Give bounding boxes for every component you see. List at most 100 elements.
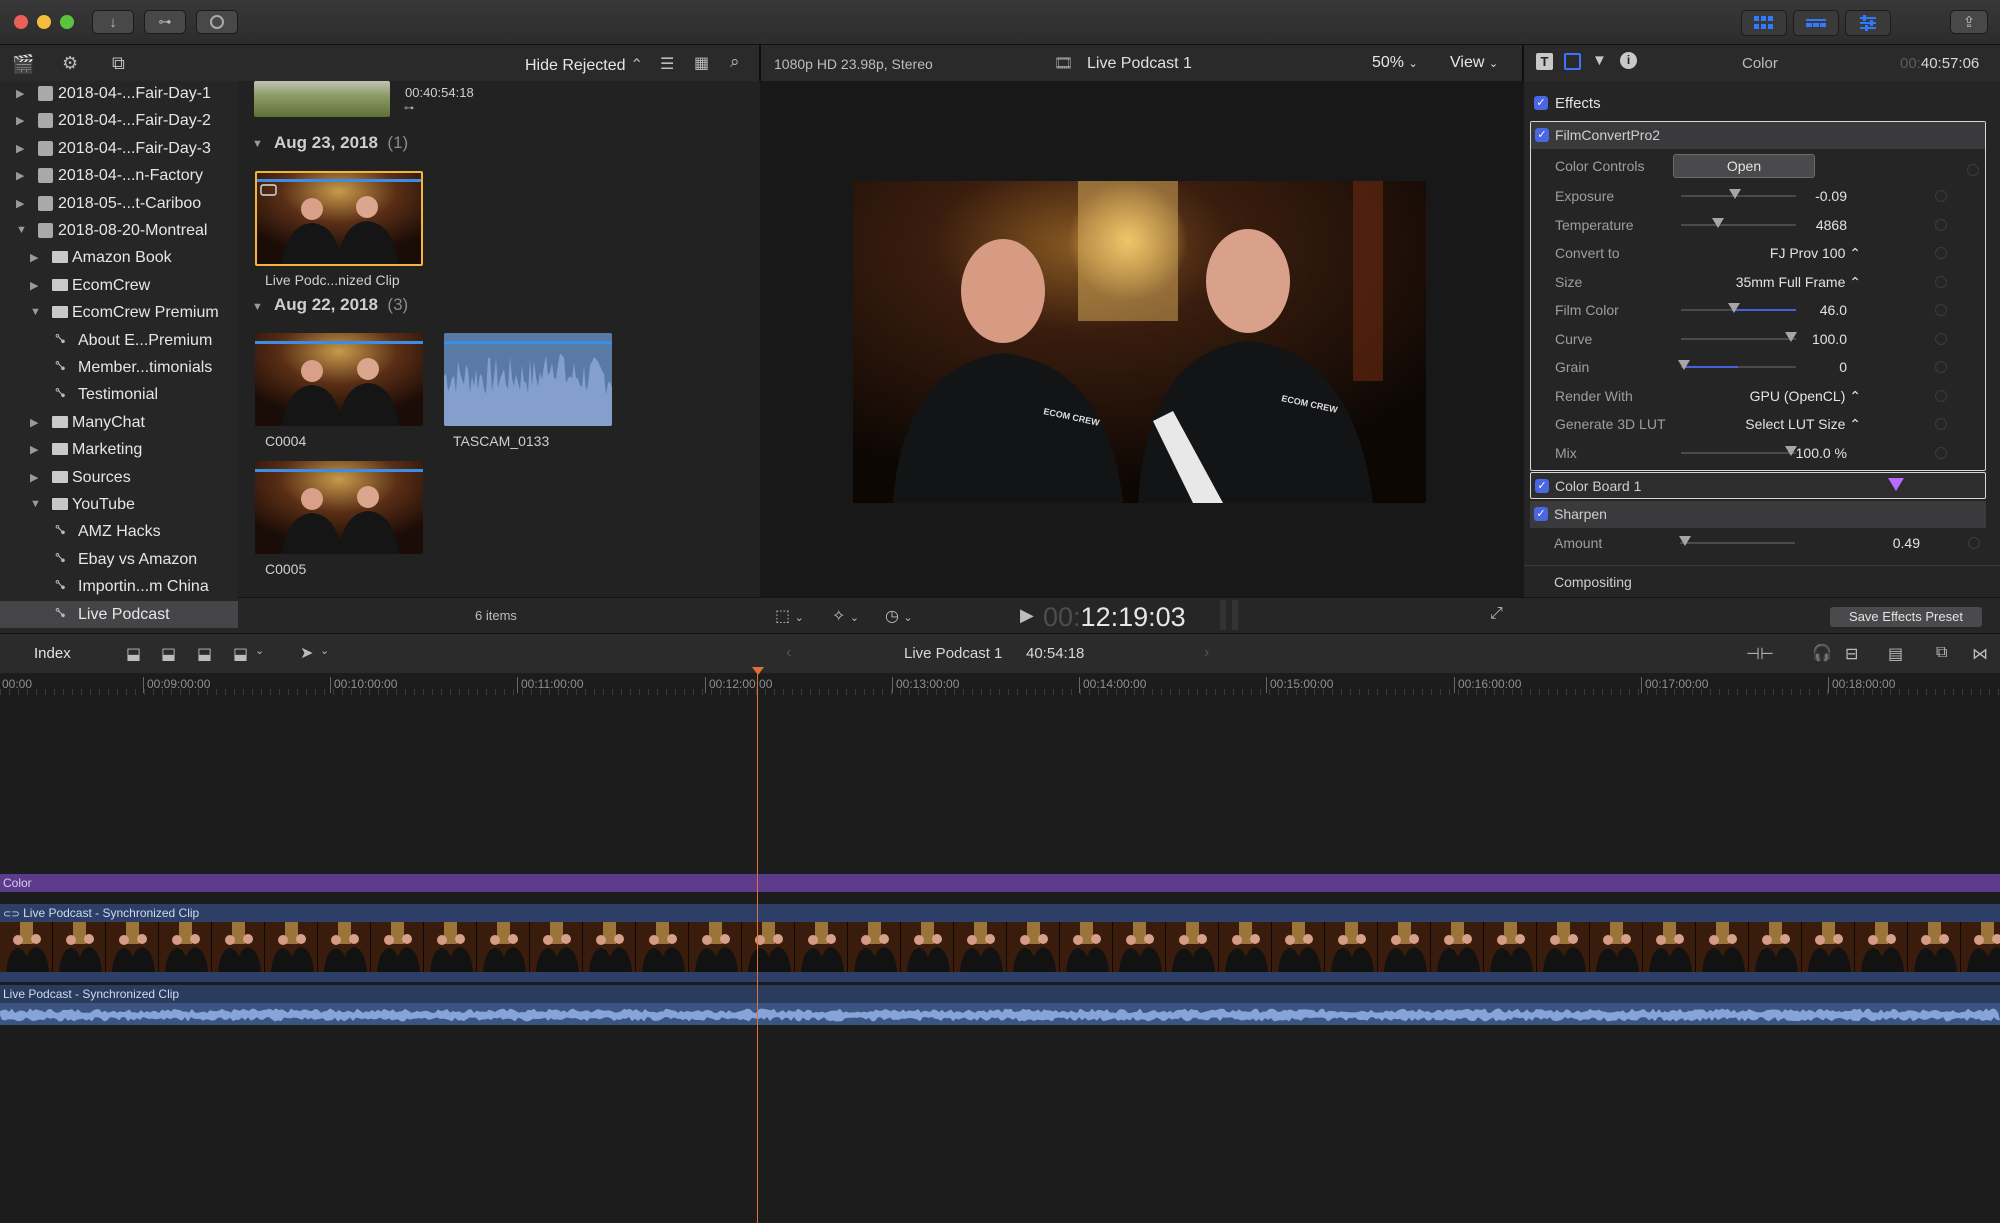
keyframe-icon[interactable] — [1935, 361, 1947, 373]
connect-clip-icon[interactable]: ⬓ — [126, 644, 141, 664]
disclosure-open-icon[interactable]: ▼ — [30, 306, 41, 318]
forward-arrow-icon[interactable]: › — [1204, 644, 1209, 662]
clip-appearance-icon[interactable]: ⧉ — [1936, 644, 1947, 662]
library-item[interactable]: ⊶ About E...Premium — [0, 327, 238, 354]
video-inspector-icon[interactable] — [1564, 53, 1581, 70]
param-slider[interactable] — [1681, 331, 1798, 342]
slider-knob[interactable] — [1729, 189, 1742, 199]
titles-generators-icon[interactable]: ⧉ — [112, 53, 125, 74]
disclosure-closed-icon[interactable]: ▶ — [16, 197, 24, 210]
param-value[interactable]: 46.0 — [1820, 302, 1847, 318]
keyframe-icon[interactable] — [1967, 164, 1979, 176]
param-value[interactable]: 4868 — [1816, 217, 1847, 233]
chevron-down-icon[interactable]: ⌄ — [255, 644, 264, 657]
keyframe-icon[interactable] — [1935, 304, 1947, 316]
fullscreen-icon[interactable]: ⤢ — [1490, 605, 1503, 623]
audio-track-header[interactable]: Live Podcast - Synchronized Clip — [0, 985, 2000, 1003]
disclosure-closed-icon[interactable]: ▶ — [16, 87, 24, 100]
keyframe-icon[interactable] — [1935, 247, 1947, 259]
search-icon[interactable]: ⌕ — [730, 52, 740, 72]
disclosure-closed-icon[interactable]: ▶ — [30, 443, 38, 456]
import-button[interactable]: ↓ — [92, 10, 134, 34]
library-item[interactable]: ▶ 2018-04-...n-Factory — [0, 162, 238, 189]
speed-popup[interactable]: ◷ ⌄ — [885, 606, 913, 626]
slider-knob[interactable] — [1727, 303, 1740, 313]
playhead[interactable] — [757, 667, 758, 1223]
sync-clip-thumbnail[interactable] — [255, 171, 423, 266]
close-window-button[interactable] — [14, 15, 28, 29]
disclosure-open-icon[interactable]: ▼ — [16, 224, 27, 236]
color-board-checkbox[interactable]: ✓ — [1535, 479, 1549, 493]
color-board-icon[interactable] — [1888, 478, 1904, 491]
library-item[interactable]: ▶ 2018-04-...Fair-Day-2 — [0, 107, 238, 134]
disclosure-closed-icon[interactable]: ▶ — [30, 471, 38, 484]
select-tool-icon[interactable]: ➤ — [300, 643, 313, 663]
video-filmstrip[interactable] — [0, 922, 2000, 972]
libraries-icon[interactable]: 🎬 — [12, 54, 34, 75]
open-color-controls-button[interactable]: Open — [1673, 154, 1815, 178]
param-slider[interactable] — [1681, 217, 1796, 228]
headphones-icon[interactable]: 🎧 — [1812, 643, 1832, 663]
append-clip-icon[interactable]: ⬓ — [197, 644, 212, 664]
param-slider[interactable] — [1681, 303, 1796, 313]
skimming-icon[interactable]: ⊣⊢ — [1746, 644, 1774, 664]
disclosure-open-icon[interactable]: ▼ — [30, 498, 41, 510]
enhance-popup[interactable]: ✧ ⌄ — [832, 606, 859, 626]
disclosure-closed-icon[interactable]: ▶ — [30, 416, 38, 429]
keyframe-icon[interactable] — [1935, 275, 1947, 288]
disclosure-triangle-icon[interactable]: ▼ — [252, 138, 263, 150]
library-item[interactable]: ⊶ Live Podcast — [0, 600, 238, 628]
show-browser-button[interactable] — [1741, 10, 1787, 36]
slider-knob[interactable] — [1785, 331, 1798, 342]
color-inspector-icon[interactable]: ▼ — [1592, 52, 1607, 69]
param-popup[interactable]: Select LUT Size ⌃ — [1745, 416, 1861, 433]
c0004-thumbnail[interactable] — [255, 333, 423, 426]
keyframe-icon[interactable] — [1935, 446, 1947, 459]
save-effects-preset-button[interactable]: Save Effects Preset — [1830, 607, 1982, 627]
param-popup[interactable]: FJ Prov 100 ⌃ — [1770, 245, 1861, 262]
show-timeline-button[interactable] — [1793, 10, 1839, 36]
compositing-label[interactable]: Compositing — [1554, 574, 1632, 590]
playhead-handle[interactable] — [752, 667, 764, 675]
timeline[interactable]: Color ⊂⊃ Live Podcast - Synchronized Cli… — [0, 667, 2000, 1223]
param-popup[interactable]: 35mm Full Frame ⌃ — [1736, 274, 1861, 291]
library-item[interactable]: ▶ Marketing — [0, 436, 238, 463]
minimize-window-button[interactable] — [37, 15, 51, 29]
param-slider[interactable] — [1681, 189, 1796, 199]
tascam-thumbnail[interactable] — [444, 333, 612, 426]
color-track[interactable]: Color — [0, 874, 2000, 892]
background-tasks-button[interactable] — [196, 10, 238, 34]
param-value[interactable]: 0 — [1839, 359, 1847, 375]
keyframe-icon[interactable] — [1935, 190, 1947, 202]
library-item[interactable]: ⊶ Importin...m China — [0, 573, 238, 600]
library-item[interactable]: ▼ EcomCrew Premium — [0, 299, 238, 326]
zoom-window-button[interactable] — [60, 15, 74, 29]
viewer-frame[interactable]: ECOM CREW ECOM CREW — [853, 181, 1426, 503]
disclosure-closed-icon[interactable]: ▶ — [16, 114, 24, 127]
keyframe-icon[interactable] — [1935, 389, 1947, 402]
param-value[interactable]: 100.0 % — [1796, 445, 1847, 461]
effects-checkbox[interactable]: ✓ — [1534, 96, 1548, 110]
sharpen-checkbox[interactable]: ✓ — [1534, 507, 1548, 521]
show-inspector-button[interactable] — [1845, 10, 1891, 36]
slider-knob[interactable] — [1711, 217, 1724, 228]
info-inspector-icon[interactable]: i — [1620, 52, 1637, 69]
solo-icon[interactable]: ⊟ — [1845, 644, 1858, 664]
share-button[interactable]: ⇪ — [1950, 10, 1988, 34]
transform-popup[interactable]: ⬚ ⌄ — [775, 606, 804, 626]
viewer-timecode[interactable]: 00:12:19:03 — [1043, 602, 1186, 633]
library-item[interactable]: ▶ ManyChat — [0, 409, 238, 436]
param-popup[interactable]: GPU (OpenCL) ⌃ — [1750, 388, 1861, 405]
photos-audio-icon[interactable]: ⚙ — [62, 53, 78, 74]
keyframe-icon[interactable] — [1935, 218, 1947, 231]
disclosure-closed-icon[interactable]: ▶ — [16, 142, 24, 155]
audio-waveform[interactable] — [0, 1003, 2000, 1025]
param-slider[interactable] — [1678, 360, 1796, 370]
keyframe-icon[interactable] — [1968, 537, 1980, 549]
library-item[interactable]: ⊶ Member...timonials — [0, 354, 238, 381]
disclosure-closed-icon[interactable]: ▶ — [16, 169, 24, 182]
view-popup[interactable]: View ⌄ — [1450, 54, 1498, 72]
zoom-popup[interactable]: 50% ⌄ — [1372, 54, 1418, 72]
snapping-icon[interactable]: ▤ — [1888, 644, 1903, 664]
disclosure-closed-icon[interactable]: ▶ — [30, 251, 38, 264]
